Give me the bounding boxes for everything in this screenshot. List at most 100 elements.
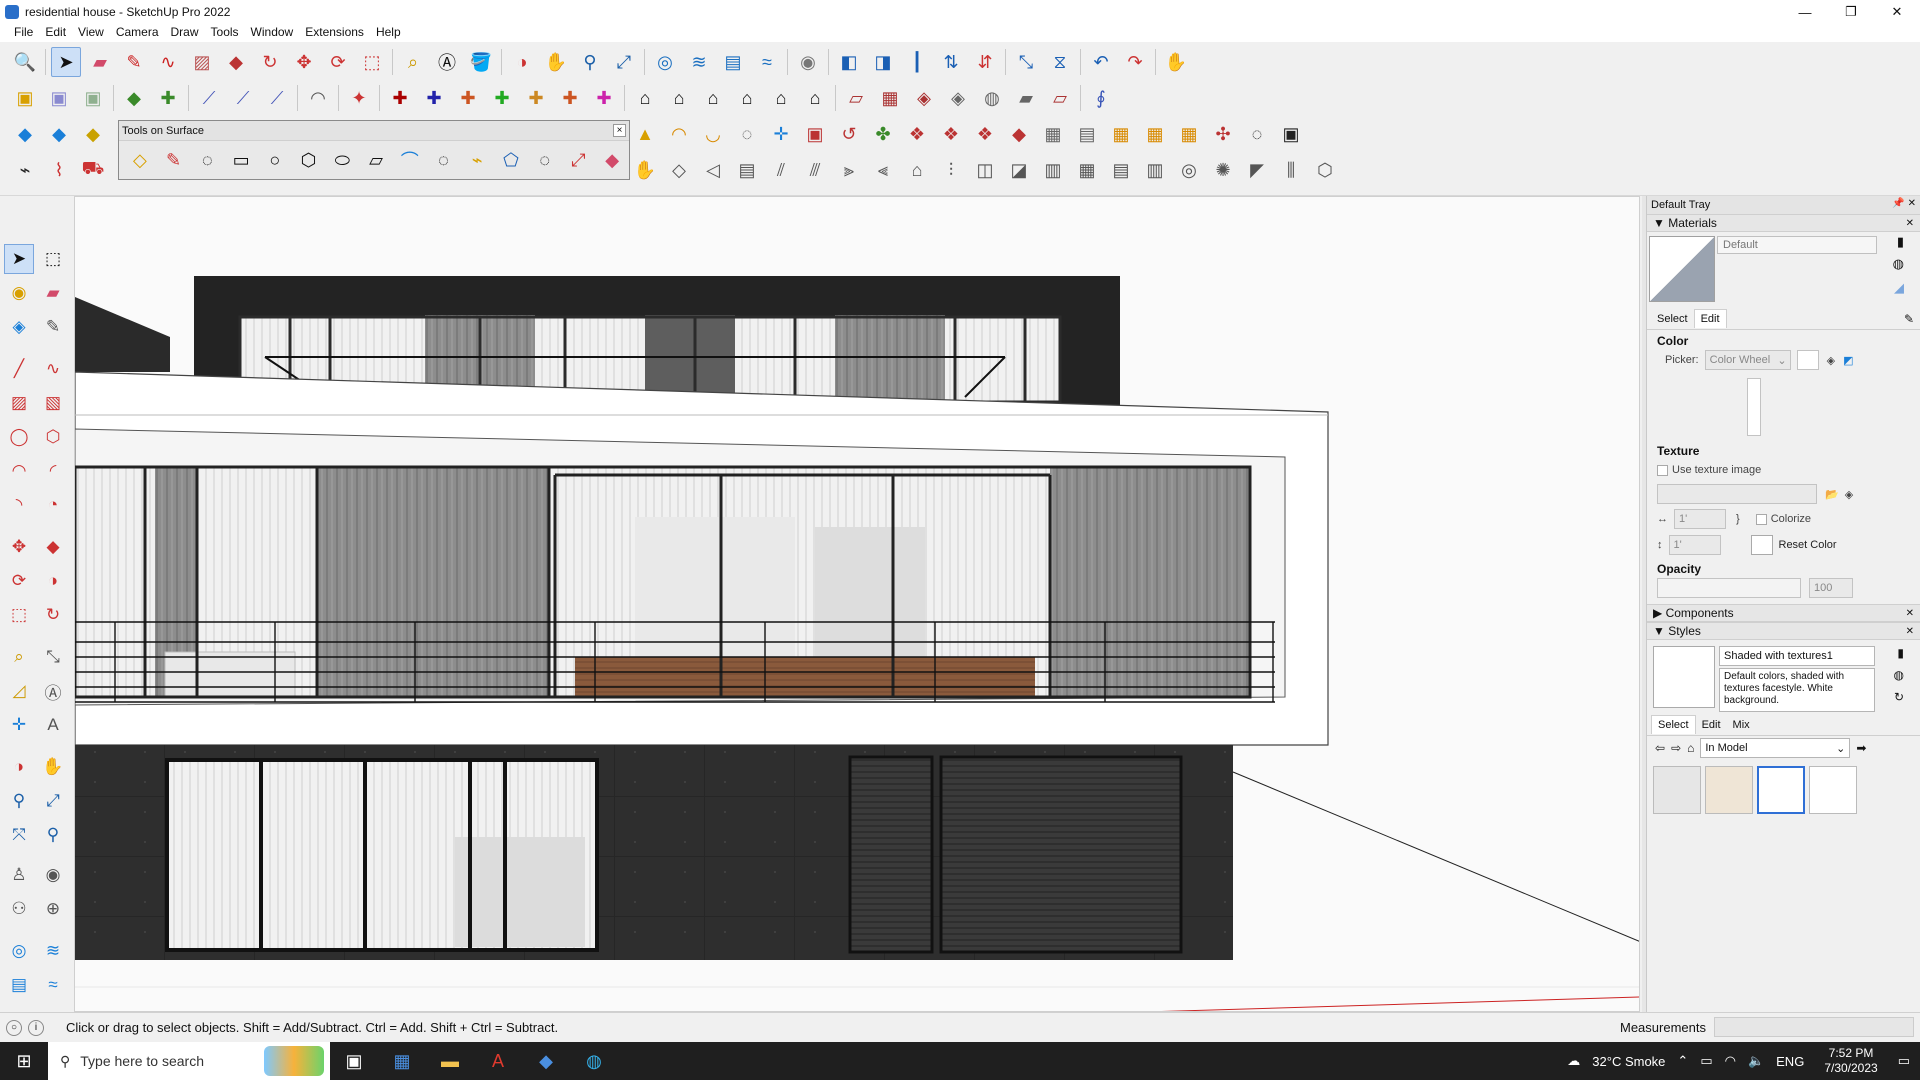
eraser-icon[interactable]: ▰ — [85, 47, 115, 77]
close-button[interactable]: ✕ — [1874, 0, 1920, 24]
surface-text-icon[interactable]: ◌ — [530, 145, 560, 175]
surface-polyline-icon[interactable]: ⌁ — [462, 145, 492, 175]
surface-arc2-icon[interactable]: ◌ — [429, 145, 459, 175]
solid-subtract-icon[interactable]: ✚ — [153, 83, 183, 113]
p12-icon[interactable]: ▥ — [1038, 155, 1068, 185]
style-thumb-2[interactable] — [1705, 766, 1753, 814]
p4-icon[interactable]: ⫽ — [766, 155, 796, 185]
path-2-icon[interactable]: ⌇ — [44, 155, 74, 185]
layout-send-icon[interactable]: ▤ — [4, 970, 34, 1000]
p10-icon[interactable]: ◫ — [970, 155, 1000, 185]
tools-on-surface-toolbar[interactable]: Tools on Surface × ◇ ✎ ◌ ▭ ○ ⬡ ⬭ ▱ ⌒ ◌ ⌁… — [118, 120, 630, 180]
multi-3-icon[interactable]: ❖ — [970, 119, 1000, 149]
p8-icon[interactable]: ⌂ — [902, 155, 932, 185]
select-tool-icon[interactable]: ➤ — [4, 244, 34, 274]
components-header[interactable]: ▶ Components ✕ — [1647, 604, 1920, 622]
weather-icon[interactable]: ☁ — [1567, 1053, 1580, 1069]
tape-measure-icon[interactable]: ⌕ — [398, 47, 428, 77]
protractor-icon[interactable]: ◿ — [4, 676, 34, 706]
make-component-icon[interactable]: ⬚ — [38, 244, 68, 274]
show-hidden-icon[interactable]: ⌃ — [1677, 1053, 1688, 1069]
multi-1-icon[interactable]: ❖ — [902, 119, 932, 149]
zoom-icon[interactable]: ⚲ — [575, 47, 605, 77]
p11-icon[interactable]: ◪ — [1004, 155, 1034, 185]
move-icon[interactable]: ✥ — [4, 532, 34, 562]
push-pull-icon[interactable]: ◆ — [221, 47, 251, 77]
p6-icon[interactable]: ⫸ — [834, 155, 864, 185]
extension-manager-icon[interactable]: ≈ — [38, 970, 68, 1000]
acrobat-icon[interactable]: A — [474, 1042, 522, 1080]
freehand-icon[interactable]: ∿ — [38, 354, 68, 384]
p5-icon[interactable]: ⫻ — [800, 155, 830, 185]
rotate-icon[interactable]: ⟳ — [323, 47, 353, 77]
arc-3pt-icon[interactable]: ◝ — [4, 490, 34, 520]
account-icon[interactable]: ◉ — [793, 47, 823, 77]
texture-width-field[interactable]: 1' — [1674, 509, 1726, 529]
text-icon[interactable]: Ⓐ — [38, 676, 68, 706]
sandbox-7-icon[interactable]: ✚ — [589, 83, 619, 113]
box-icon[interactable]: ▣ — [800, 119, 830, 149]
circle-icon[interactable]: ◯ — [4, 422, 34, 452]
section-plane-icon[interactable]: ◧ — [834, 47, 864, 77]
pencil-icon[interactable]: ✎ — [38, 312, 68, 342]
solid-union-icon[interactable]: ◆ — [119, 83, 149, 113]
zoom-extents-icon[interactable]: 🔍 — [10, 47, 40, 77]
material-name-field[interactable]: Default — [1717, 236, 1877, 254]
layout-icon[interactable]: ▤ — [718, 47, 748, 77]
browse-folder-icon[interactable]: 📂 — [1825, 488, 1839, 501]
opacity-slider[interactable] — [1657, 578, 1801, 598]
edge-icon[interactable]: ◍ — [570, 1042, 618, 1080]
shape-3-icon[interactable]: ⟋ — [262, 83, 292, 113]
house-3-icon[interactable]: ⌂ — [698, 83, 728, 113]
info-icon[interactable]: i — [28, 1019, 44, 1036]
materials-tab-select[interactable]: Select — [1651, 310, 1694, 328]
sandbox-1-icon[interactable]: ✚ — [385, 83, 415, 113]
shape-2-icon[interactable]: ⟋ — [228, 83, 258, 113]
house-2-icon[interactable]: ⌂ — [664, 83, 694, 113]
sandbox-3-icon[interactable]: ✚ — [453, 83, 483, 113]
sandbox-icon[interactable]: ≈ — [752, 47, 782, 77]
menu-edit[interactable]: Edit — [39, 25, 72, 39]
floating-close-icon[interactable]: × — [613, 124, 626, 137]
curve-icon[interactable]: ◠ — [303, 83, 333, 113]
p14-icon[interactable]: ▤ — [1106, 155, 1136, 185]
surface-circle-icon[interactable]: ○ — [260, 145, 290, 175]
frame-icon[interactable]: ▣ — [1276, 119, 1306, 149]
maximize-button[interactable]: ❐ — [1828, 0, 1874, 24]
offset-icon[interactable]: ↻ — [255, 47, 285, 77]
style-3-icon[interactable]: ◈ — [909, 83, 939, 113]
task-view-icon[interactable]: ▣ — [330, 1042, 378, 1080]
house-6-icon[interactable]: ⌂ — [800, 83, 830, 113]
undo-icon[interactable]: ↶ — [1086, 47, 1116, 77]
volume-icon[interactable]: 🔈 — [1748, 1053, 1764, 1069]
p13-icon[interactable]: ▦ — [1072, 155, 1102, 185]
path-3-icon[interactable]: ⛟ — [78, 155, 108, 185]
menu-draw[interactable]: Draw — [165, 25, 205, 39]
style-options-icon[interactable]: ▮ — [1897, 646, 1904, 660]
layer-1-icon[interactable]: ◆ — [10, 119, 40, 149]
surface-rect-icon[interactable]: ▭ — [226, 145, 256, 175]
hand-icon[interactable]: ✋ — [630, 155, 660, 185]
reset-color-swatch[interactable] — [1750, 535, 1773, 555]
sample-paint-icon[interactable]: ✎ — [1904, 312, 1914, 326]
forward-icon[interactable]: ⇨ — [1671, 741, 1681, 755]
tag-icon[interactable]: ◈ — [4, 312, 34, 342]
language-indicator[interactable]: ENG — [1776, 1054, 1804, 1069]
weather-text[interactable]: 32°C Smoke — [1592, 1054, 1665, 1069]
modeling-viewport[interactable] — [74, 196, 1640, 1012]
arc-3-icon[interactable]: ◌ — [732, 119, 762, 149]
line-icon[interactable]: ╱ — [4, 354, 34, 384]
style-thumb-4[interactable] — [1809, 766, 1857, 814]
freehand-icon[interactable]: ∿ — [153, 47, 183, 77]
extension-warehouse-icon[interactable]: ≋ — [684, 47, 714, 77]
tools-on-surface-title[interactable]: Tools on Surface — [119, 121, 629, 141]
file-explorer-icon[interactable]: ▬ — [426, 1042, 474, 1080]
reset-color-button[interactable]: Reset Color — [1779, 539, 1837, 551]
polygon-icon[interactable]: ⬡ — [38, 422, 68, 452]
grid-1-icon[interactable]: ▦ — [1038, 119, 1068, 149]
grid-3-icon[interactable]: ▦ — [1106, 119, 1136, 149]
taskbar-search[interactable]: ⚲ Type here to search — [48, 1042, 330, 1080]
color-slider[interactable] — [1747, 378, 1761, 436]
house-5-icon[interactable]: ⌂ — [766, 83, 796, 113]
style-6-icon[interactable]: ▰ — [1011, 83, 1041, 113]
